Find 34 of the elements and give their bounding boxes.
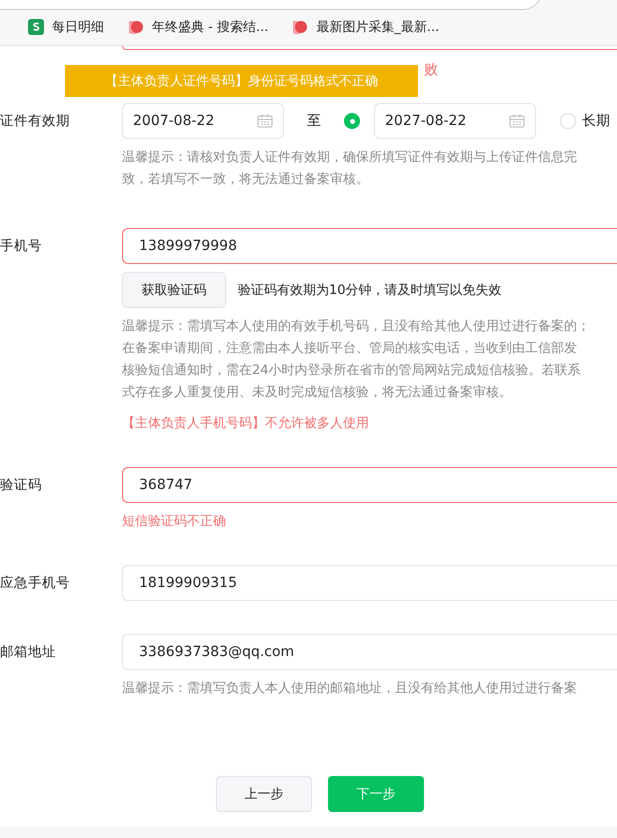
calendar-icon <box>509 114 525 128</box>
calendar-icon <box>257 114 273 128</box>
error-text: 【主体负责人手机号码】不允许被多人使用 <box>122 415 370 433</box>
bookmark[interactable]: 每日明细 <box>28 18 104 36</box>
option-label: 长期 <box>582 112 610 130</box>
bookmark[interactable]: 年终盛典 - 搜索结... <box>128 18 268 36</box>
code-note: 验证码有效期为10分钟，请及时填写以免失效 <box>238 282 502 299</box>
field-label: 手机号 <box>0 237 43 256</box>
input-field[interactable]: 13899979998 <box>122 228 617 264</box>
radio-button[interactable] <box>344 113 360 129</box>
get-code-button[interactable]: 获取验证码 <box>122 272 226 308</box>
bookmark[interactable]: 最新图片采集_最新... <box>292 18 440 36</box>
error-toast: 【主体负责人证件号码】身份证号码格式不正确 <box>65 65 418 97</box>
radio-button[interactable] <box>560 113 576 129</box>
field-label: 邮箱地址 <box>0 643 57 662</box>
field-label: 应急手机号 <box>0 574 71 593</box>
field-label: 证件有效期 <box>0 112 71 131</box>
error-text: 败 <box>424 61 438 80</box>
field-label: 验证码 <box>0 476 43 495</box>
input-field[interactable]: 18199909315 <box>122 565 617 601</box>
site-icon <box>292 18 308 34</box>
hint-text: 温馨提示：请核对负责人证件有效期，确保所填写证件有效期与上传证件信息完 致，若填写不一致，将无法通过备案审核。 <box>122 149 578 189</box>
date-field[interactable]: 2027-08-22 <box>374 103 536 139</box>
date-field[interactable]: 2007-08-22 <box>122 103 284 139</box>
site-icon <box>128 18 144 34</box>
error-text: 短信验证码不正确 <box>122 513 227 531</box>
input-field[interactable]: 3386937383@qq.com <box>122 634 617 670</box>
hint-text: 温馨提示：需填写本人使用的有效手机号码，且没有给其他人使用过进行备案的； 在备案申请期间，注意需由本人接听平台、管局的核实电话，当收到由工信部发 核验短信通知时，需在24小时内登录所在省市的管局网站完成短信核验。若联系 式存在多人重复使用、未及时完成短信核验，将无法通过备案审核。 <box>122 318 591 402</box>
separator-text: 至 <box>307 112 321 130</box>
hint-text: 温馨提示：需填写负责人本人使用的邮箱地址，且没有给其他人使用过进行备案 <box>122 680 578 698</box>
previous-button[interactable]: 上一步 <box>216 776 312 812</box>
spreadsheet-icon <box>28 18 44 34</box>
input-field[interactable] <box>122 46 617 50</box>
input-field[interactable]: 368747 <box>122 467 617 503</box>
